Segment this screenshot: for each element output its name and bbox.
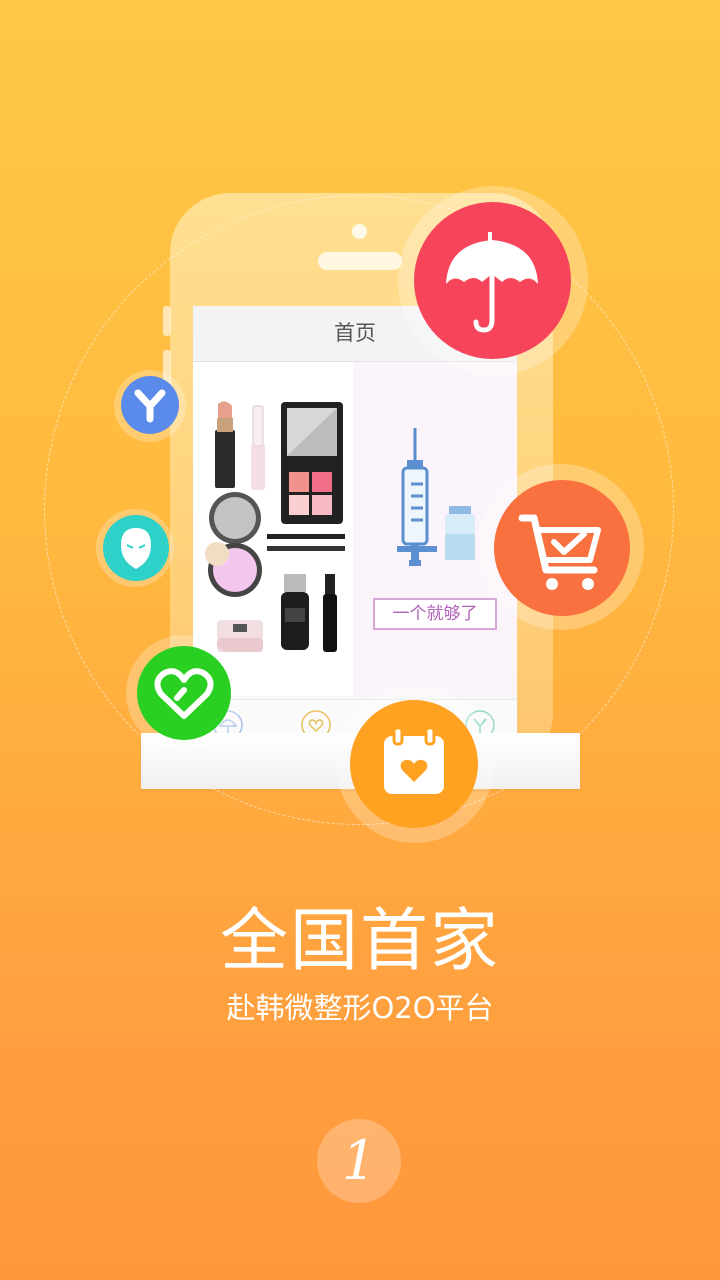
banner-slogan: 一个就够了 [373, 598, 497, 630]
calendar-feature-button[interactable] [350, 700, 478, 828]
phone-camera [352, 224, 367, 239]
umbrella-icon [446, 232, 538, 333]
heart-icon [154, 668, 214, 719]
heart-feature-button[interactable] [137, 646, 231, 740]
face-feature-button[interactable] [103, 515, 169, 581]
y-logo-icon [134, 389, 166, 423]
y-logo-feature-button[interactable] [121, 376, 179, 434]
cart-check-icon [518, 514, 601, 590]
calendar-heart-icon [384, 726, 444, 794]
phone-speaker [318, 252, 402, 270]
cart-feature-button[interactable] [494, 480, 630, 616]
home-banner[interactable]: 一个就够了 [193, 362, 517, 696]
face-icon [121, 528, 151, 569]
page-indicator: 1 [317, 1119, 401, 1203]
headline: 全国首家 [219, 902, 500, 981]
umbrella-feature-button[interactable] [414, 202, 571, 359]
phone-side-button [163, 306, 171, 336]
subheadline: 赴韩微整形O2O平台 [226, 991, 494, 1025]
